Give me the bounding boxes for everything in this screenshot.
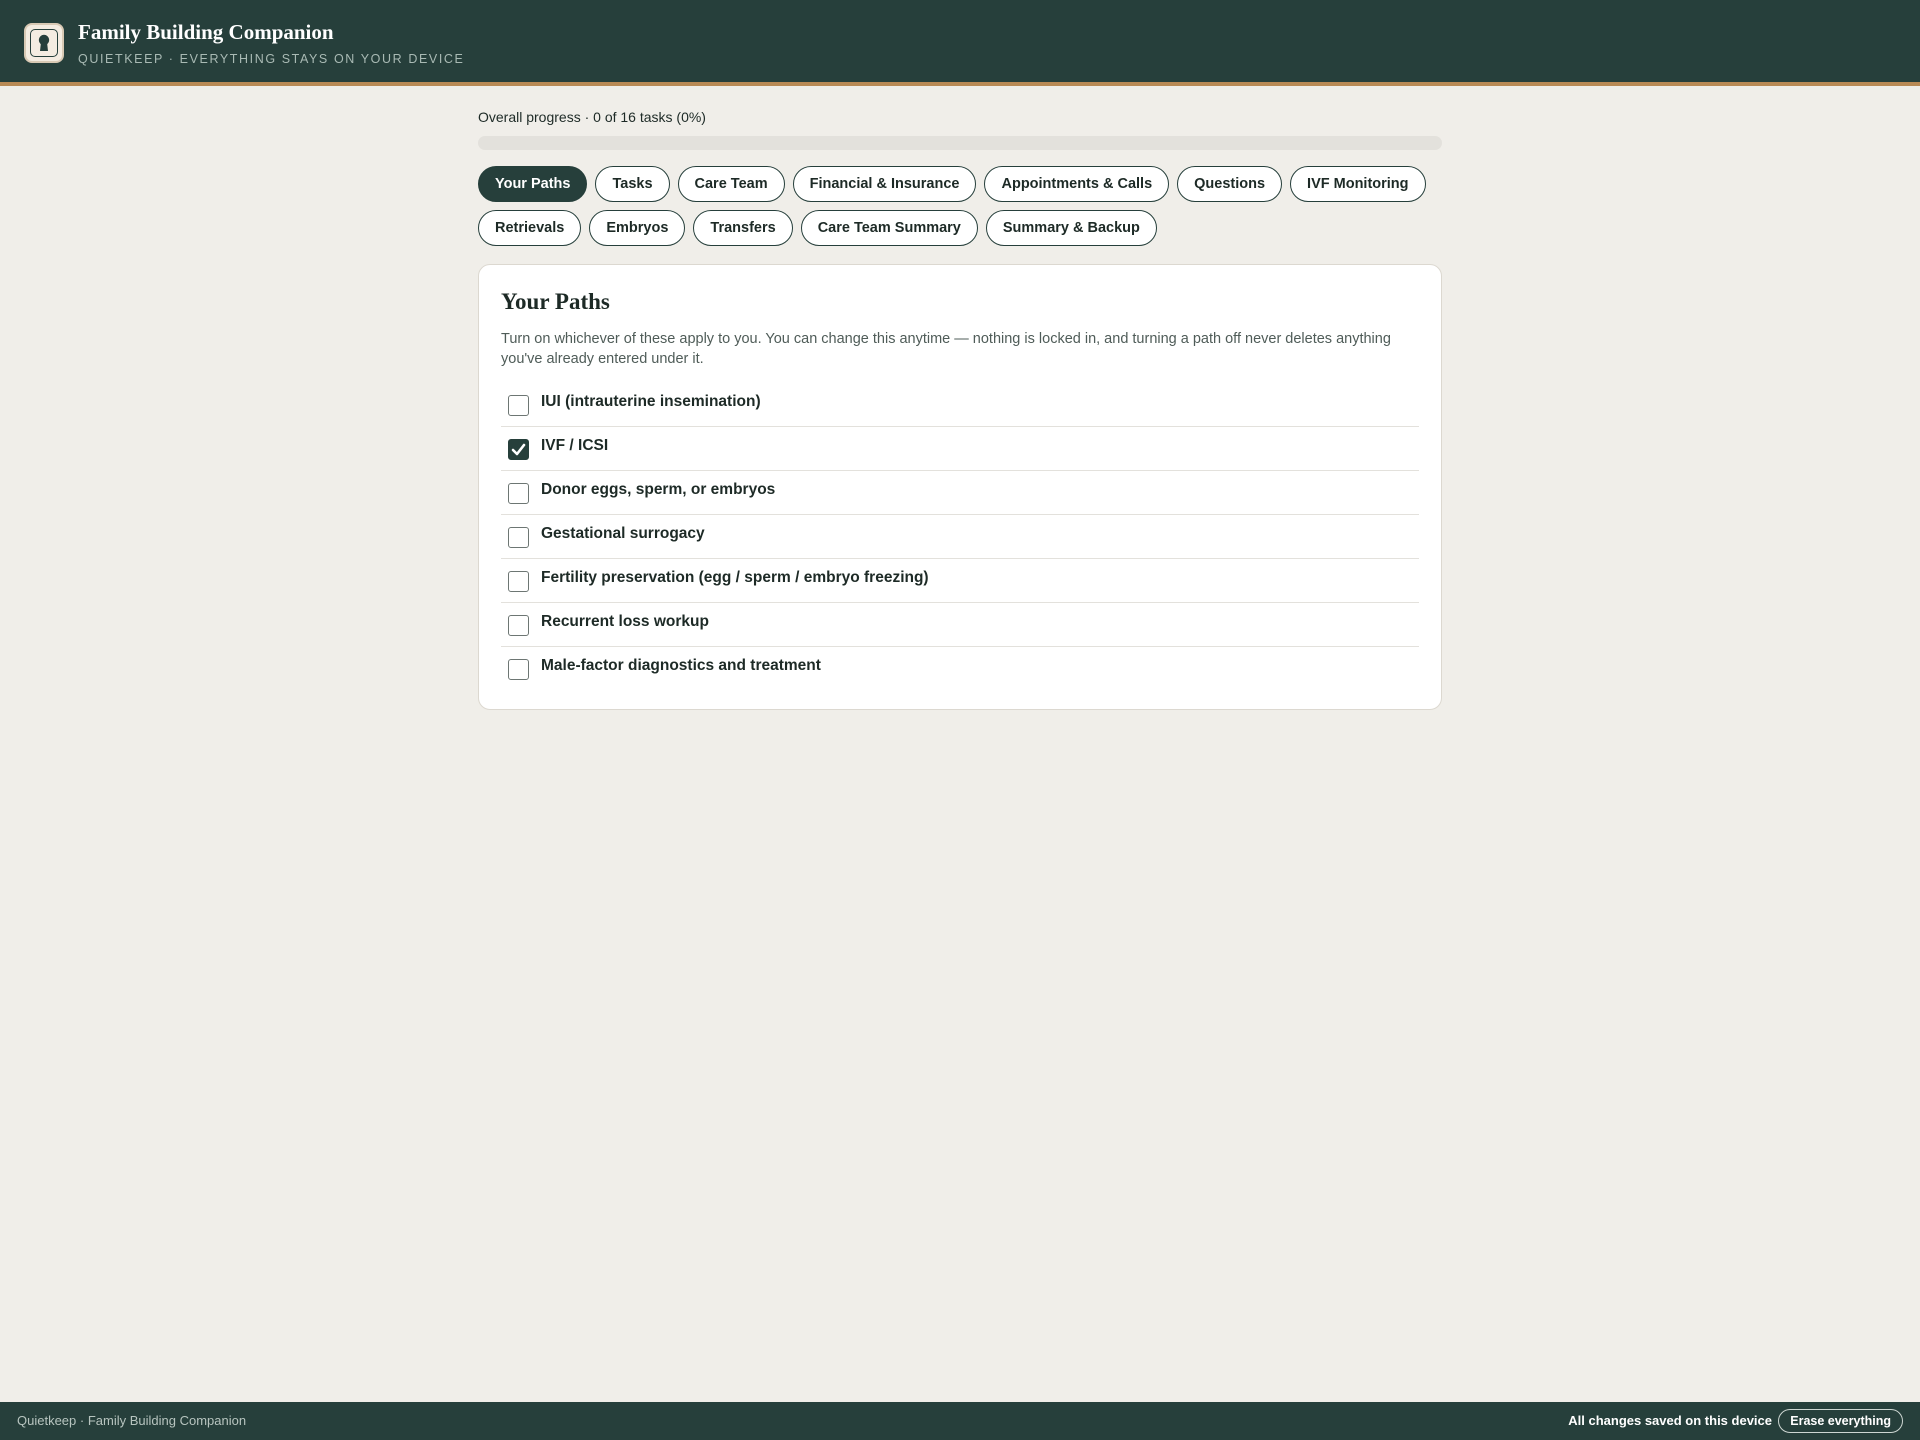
path-label: Fertility preservation (egg / sperm / em… xyxy=(541,569,929,586)
tab-financial-insurance[interactable]: Financial & Insurance xyxy=(792,166,977,202)
save-status: All changes saved on this device xyxy=(1568,1413,1772,1428)
tab-ivf-monitoring[interactable]: IVF Monitoring xyxy=(1290,166,1426,202)
tab-embryos[interactable]: Embryos xyxy=(589,210,686,246)
tab-tasks[interactable]: Tasks xyxy=(595,166,670,202)
app-footer: Quietkeep · Family Building Companion Al… xyxy=(0,1402,1920,1440)
tab-retrievals[interactable]: Retrievals xyxy=(478,210,582,246)
checkmark-icon xyxy=(511,443,526,456)
path-checkbox[interactable] xyxy=(508,615,529,636)
progress-bar xyxy=(478,136,1442,150)
paths-card: Your Paths Turn on whichever of these ap… xyxy=(478,264,1442,710)
app-header: Family Building Companion QUIETKEEP · EV… xyxy=(0,0,1920,86)
tab-your-paths[interactable]: Your Paths xyxy=(478,166,588,202)
path-checkbox[interactable] xyxy=(508,659,529,680)
path-label: Male-factor diagnostics and treatment xyxy=(541,657,821,674)
path-label: Gestational surrogacy xyxy=(541,525,705,542)
tab-bar: Your Paths Tasks Care Team Financial & Insu… xyxy=(478,166,1442,246)
main-content: Overall progress · 0 of 16 tasks (0%) Yo… xyxy=(478,108,1442,710)
footer-app-name: Quietkeep · Family Building Companion xyxy=(17,1413,247,1428)
card-title: Your Paths xyxy=(501,289,610,314)
path-checkbox[interactable] xyxy=(508,439,529,460)
path-row[interactable]: IUI (intrauterine insemination) xyxy=(501,383,1419,427)
tab-summary-backup[interactable]: Summary & Backup xyxy=(985,210,1157,246)
tab-appointments-calls[interactable]: Appointments & Calls xyxy=(984,166,1170,202)
path-label: Recurrent loss workup xyxy=(541,613,709,630)
path-label: Donor eggs, sperm, or embryos xyxy=(541,481,776,498)
path-row[interactable]: IVF / ICSI xyxy=(501,427,1419,471)
card-description: Turn on whichever of these apply to you.… xyxy=(501,331,1391,367)
path-checkbox[interactable] xyxy=(508,483,529,504)
progress-label: Overall progress · 0 of 16 tasks (0%) xyxy=(478,109,706,125)
path-row[interactable]: Recurrent loss workup xyxy=(501,603,1419,647)
path-row[interactable]: Fertility preservation (egg / sperm / em… xyxy=(501,559,1419,603)
path-checkbox[interactable] xyxy=(508,527,529,548)
path-label: IVF / ICSI xyxy=(541,437,609,454)
tab-questions[interactable]: Questions xyxy=(1177,166,1283,202)
path-row[interactable]: Male-factor diagnostics and treatment xyxy=(501,647,1419,691)
app-title: Family Building Companion xyxy=(78,20,334,44)
tab-care-team-summary[interactable]: Care Team Summary xyxy=(800,210,978,246)
path-row[interactable]: Gestational surrogacy xyxy=(501,515,1419,559)
path-list: IUI (intrauterine insemination) IVF / ICS… xyxy=(501,383,1419,691)
path-checkbox[interactable] xyxy=(508,395,529,416)
app-subtitle: QUIETKEEP · EVERYTHING STAYS ON YOUR DEV… xyxy=(78,52,465,66)
path-row[interactable]: Donor eggs, sperm, or embryos xyxy=(501,471,1419,515)
keyhole-icon xyxy=(24,23,64,63)
tab-care-team[interactable]: Care Team xyxy=(677,166,785,202)
erase-everything-button[interactable]: Erase everything xyxy=(1778,1409,1903,1433)
path-checkbox[interactable] xyxy=(508,571,529,592)
tab-transfers[interactable]: Transfers xyxy=(693,210,793,246)
path-label: IUI (intrauterine insemination) xyxy=(541,393,761,410)
